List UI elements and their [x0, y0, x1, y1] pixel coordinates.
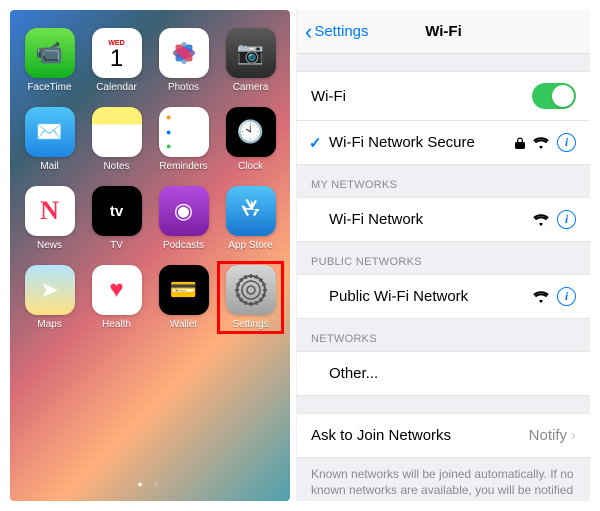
app-label: App Store	[228, 240, 272, 251]
app-settings[interactable]: Settings	[221, 265, 280, 330]
back-label: Settings	[314, 23, 368, 40]
nav-bar: ‹ Settings Wi-Fi	[297, 10, 590, 54]
app-tv-icon: tv	[92, 186, 142, 236]
app-clock-icon: 🕙	[226, 107, 276, 157]
app-label: Wallet	[170, 319, 197, 330]
public-network-row[interactable]: Public Wi-Fi Network i	[297, 275, 590, 319]
back-button[interactable]: ‹ Settings	[297, 19, 377, 45]
chevron-left-icon: ‹	[305, 19, 312, 45]
wifi-toggle-row: Wi-Fi	[297, 72, 590, 121]
page-dots: ● ○	[10, 479, 290, 489]
app-label: Maps	[37, 319, 61, 330]
app-calendar-icon: WED1	[92, 28, 142, 78]
wifi-label: Wi-Fi	[311, 88, 532, 105]
section-gap	[297, 54, 590, 72]
app-label: Settings	[232, 319, 268, 330]
networks-header: NETWORKS	[297, 319, 590, 352]
public-network-name: Public Wi-Fi Network	[329, 288, 533, 305]
my-networks-header: MY NETWORKS	[297, 165, 590, 198]
app-label: Camera	[233, 82, 269, 93]
wifi-icon	[533, 291, 549, 303]
app-news-icon: N	[25, 186, 75, 236]
app-label: Photos	[168, 82, 199, 93]
app-mail[interactable]: ✉️ Mail	[20, 107, 79, 172]
app-photos[interactable]: Photos	[154, 28, 213, 93]
wifi-toggle[interactable]	[532, 83, 576, 109]
wifi-icon	[533, 137, 549, 149]
other-network-row[interactable]: Other...	[297, 352, 590, 396]
app-maps-icon: ➤	[25, 265, 75, 315]
app-label: Clock	[238, 161, 263, 172]
app-calendar[interactable]: WED1 Calendar	[87, 28, 146, 93]
ask-to-join-label: Ask to Join Networks	[311, 427, 529, 444]
app-label: Notes	[103, 161, 129, 172]
ask-to-join-value: Notify	[529, 427, 567, 444]
app-label: News	[37, 240, 62, 251]
app-facetime-icon: 📹	[25, 28, 75, 78]
app-podcasts-icon: ◉	[159, 186, 209, 236]
app-label: Calendar	[96, 82, 137, 93]
app-label: FaceTime	[27, 82, 71, 93]
app-tv[interactable]: tv TV	[87, 186, 146, 251]
section-gap	[297, 396, 590, 414]
connected-network-row[interactable]: ✓ Wi-Fi Network Secure i	[297, 121, 590, 165]
app-health[interactable]: ♥ Health	[87, 265, 146, 330]
app-label: Mail	[40, 161, 58, 172]
info-icon[interactable]: i	[557, 210, 576, 229]
public-networks-header: PUBLIC NETWORKS	[297, 242, 590, 275]
app-podcasts[interactable]: ◉ Podcasts	[154, 186, 213, 251]
app-photos-icon	[159, 28, 209, 78]
other-label: Other...	[329, 365, 576, 382]
wifi-settings-panel: ‹ Settings Wi-Fi Wi-Fi ✓ Wi-Fi Network S…	[296, 10, 590, 501]
checkmark-icon: ✓	[309, 134, 322, 152]
app-reminders[interactable]: ● ─● ─● ─ Reminders	[154, 107, 213, 172]
wifi-icon	[533, 214, 549, 226]
app-label: Reminders	[159, 161, 207, 172]
app-maps[interactable]: ➤ Maps	[20, 265, 79, 330]
app-label: Podcasts	[163, 240, 204, 251]
app-notes-icon	[92, 107, 142, 157]
lock-icon	[515, 137, 525, 149]
app-reminders-icon: ● ─● ─● ─	[159, 107, 209, 157]
app-clock[interactable]: 🕙 Clock	[221, 107, 280, 172]
app-news[interactable]: N News	[20, 186, 79, 251]
info-icon[interactable]: i	[557, 133, 576, 152]
app-camera-icon: 📷	[226, 28, 276, 78]
home-screen: 📹 FaceTime WED1 Calendar Photos 📷 Camera ✉️ Mail…	[10, 10, 290, 501]
connected-network-name: Wi-Fi Network Secure	[329, 134, 515, 151]
app-mail-icon: ✉️	[25, 107, 75, 157]
ask-to-join-row[interactable]: Ask to Join Networks Notify ›	[297, 414, 590, 458]
chevron-right-icon: ›	[571, 427, 576, 444]
app-facetime[interactable]: 📹 FaceTime	[20, 28, 79, 93]
app-appstore[interactable]: App Store	[221, 186, 280, 251]
app-grid: 📹 FaceTime WED1 Calendar Photos 📷 Camera ✉️ Mail…	[20, 28, 280, 330]
app-label: Health	[102, 319, 131, 330]
my-network-name: Wi-Fi Network	[329, 211, 533, 228]
my-network-row[interactable]: Wi-Fi Network i	[297, 198, 590, 242]
app-wallet-icon: 💳	[159, 265, 209, 315]
app-camera[interactable]: 📷 Camera	[221, 28, 280, 93]
info-icon[interactable]: i	[557, 287, 576, 306]
app-settings-icon	[226, 265, 276, 315]
footer-text: Known networks will be joined automatica…	[297, 458, 590, 501]
app-notes[interactable]: Notes	[87, 107, 146, 172]
app-health-icon: ♥	[92, 265, 142, 315]
app-wallet[interactable]: 💳 Wallet	[154, 265, 213, 330]
app-appstore-icon	[226, 186, 276, 236]
app-label: TV	[110, 240, 123, 251]
